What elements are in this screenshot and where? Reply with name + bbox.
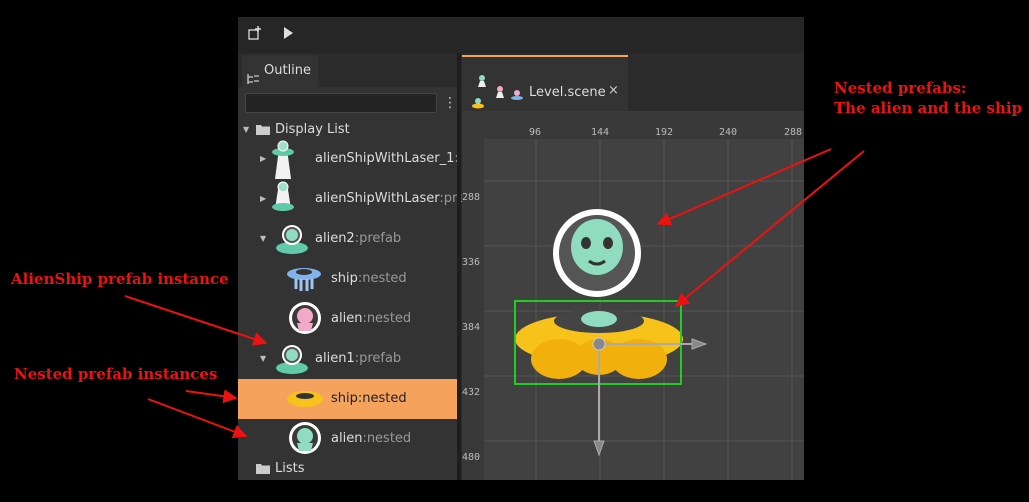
annotation-arrows [124, 148, 865, 439]
